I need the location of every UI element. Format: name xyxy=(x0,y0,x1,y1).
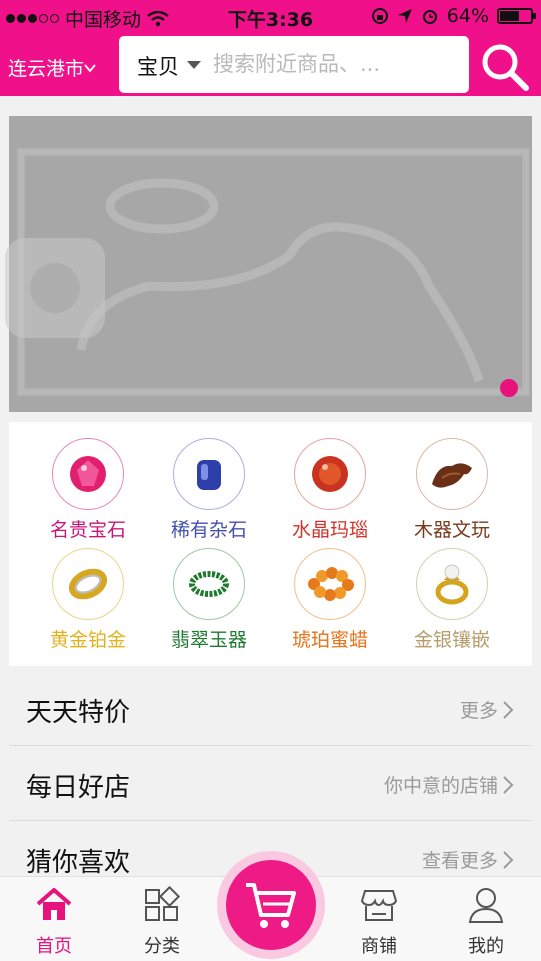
section-row-deals[interactable]: 天天特价 更多 xyxy=(9,680,532,740)
category-item[interactable]: 稀有杂石 xyxy=(149,438,269,542)
category-item[interactable]: 黄金铂金 xyxy=(28,548,148,652)
amber-bracelet-icon xyxy=(294,548,366,620)
shop-icon xyxy=(360,890,398,921)
status-bar: 中国移动 下午3:36 64% xyxy=(0,0,541,34)
tab-shop[interactable]: 商铺 xyxy=(339,885,419,958)
category-item[interactable]: 木器文玩 xyxy=(392,438,512,542)
battery-icon xyxy=(497,8,536,24)
tab-home[interactable]: 首页 xyxy=(14,885,94,958)
tab-label: 我的 xyxy=(468,936,504,957)
category-label: 金银镶嵌 xyxy=(413,629,490,651)
more-link[interactable]: 你中意的店铺 xyxy=(384,771,514,798)
category-item[interactable]: 翡翠玉器 xyxy=(149,548,269,652)
search-type-selector[interactable]: 宝贝 xyxy=(137,51,179,81)
section-title: 猜你喜欢 xyxy=(26,848,131,878)
pearl-ring-icon xyxy=(416,548,488,620)
profile-icon xyxy=(468,888,504,923)
more-label: 查看更多 xyxy=(421,850,498,872)
section-title: 天天特价 xyxy=(26,698,131,728)
category-label: 黄金铂金 xyxy=(49,629,126,651)
gold-ring-icon xyxy=(52,548,124,620)
category-grid: 名贵宝石 稀有杂石 水晶玛瑙 木器文玩 黄金铂金 翡翠玉器 琥珀蜜蜡 金银镶嵌 xyxy=(9,422,532,666)
alarm-icon xyxy=(422,10,437,24)
category-label: 稀有杂石 xyxy=(170,519,247,541)
carousel-indicator xyxy=(500,379,518,397)
more-label: 更多 xyxy=(459,700,498,722)
location-arrow-icon xyxy=(397,9,412,23)
divider xyxy=(9,745,532,746)
section-title: 每日好店 xyxy=(26,773,131,803)
home-icon xyxy=(36,888,72,920)
status-right: 64% xyxy=(371,5,536,27)
category-label: 名贵宝石 xyxy=(49,519,126,541)
category-item[interactable]: 琥珀蜜蜡 xyxy=(270,548,390,652)
cart-button[interactable] xyxy=(217,851,325,959)
category-label: 水晶玛瑙 xyxy=(291,519,368,541)
ruby-gem-icon xyxy=(52,438,124,510)
chevron-right-icon xyxy=(503,775,514,794)
category-item[interactable]: 金银镶嵌 xyxy=(392,548,512,652)
battery-percent: 64% xyxy=(446,5,489,27)
divider xyxy=(9,820,532,821)
category-label: 琥珀蜜蜡 xyxy=(291,629,368,651)
tab-label: 分类 xyxy=(144,936,180,957)
more-link[interactable]: 查看更多 xyxy=(422,846,514,873)
chevron-right-icon xyxy=(503,700,514,719)
category-label: 翡翠玉器 xyxy=(170,629,247,651)
search-input[interactable] xyxy=(213,46,453,82)
city-selector[interactable]: 连云港市 xyxy=(8,54,96,81)
top-bar: 连云港市 宝贝 xyxy=(0,34,541,96)
search-box[interactable]: 宝贝 xyxy=(119,36,469,93)
jade-bracelet-icon xyxy=(173,548,245,620)
wood-carving-icon xyxy=(416,438,488,510)
rotation-lock-icon xyxy=(371,8,388,24)
blue-stone-icon xyxy=(173,438,245,510)
tab-label: 商铺 xyxy=(361,936,397,957)
tab-profile[interactable]: 我的 xyxy=(446,885,526,958)
category-icon xyxy=(145,885,181,921)
search-icon[interactable] xyxy=(478,40,532,94)
more-label: 你中意的店铺 xyxy=(383,775,498,797)
tab-category[interactable]: 分类 xyxy=(122,885,202,958)
agate-bead-icon xyxy=(294,438,366,510)
section-row-shops[interactable]: 每日好店 你中意的店铺 xyxy=(9,755,532,815)
assistive-touch-button[interactable] xyxy=(5,238,105,338)
tab-label: 首页 xyxy=(36,936,72,957)
more-link[interactable]: 更多 xyxy=(460,696,514,723)
category-item[interactable]: 水晶玛瑙 xyxy=(270,438,390,542)
city-label: 连云港市 xyxy=(8,58,85,80)
chevron-down-icon xyxy=(84,63,96,72)
cart-icon xyxy=(246,883,296,928)
chevron-right-icon xyxy=(503,850,514,869)
category-label: 木器文玩 xyxy=(413,519,490,541)
category-item[interactable]: 名贵宝石 xyxy=(28,438,148,542)
triangle-down-icon xyxy=(187,61,201,69)
